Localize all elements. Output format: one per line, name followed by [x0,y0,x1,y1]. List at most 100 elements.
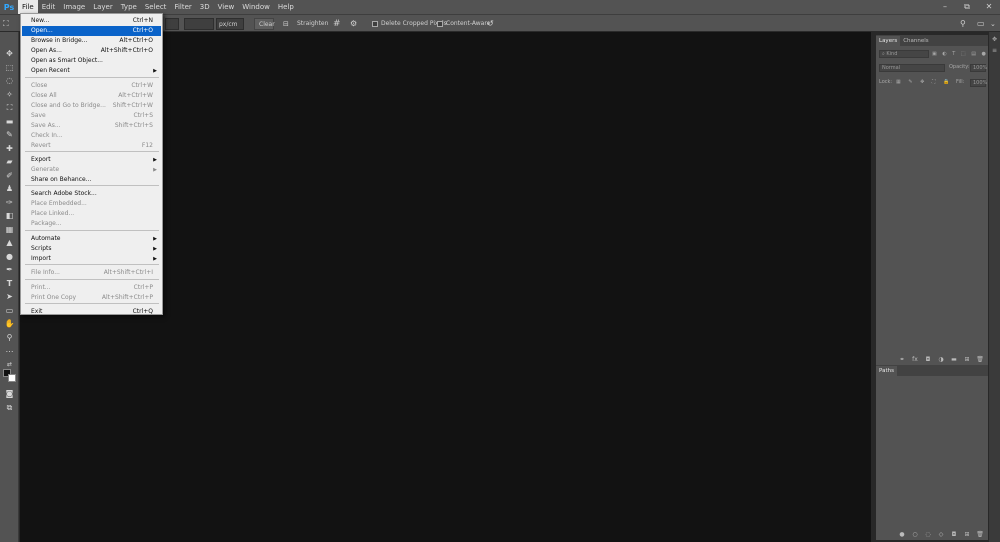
workspace-icon[interactable]: ▭ [977,18,985,30]
rectangle-tool-icon[interactable]: ▭ [2,305,17,317]
menu-item-import[interactable]: Import ▶ [22,254,161,264]
menu-item-label: Export [31,156,51,163]
overlay-grid-icon[interactable]: # [333,18,341,30]
menu-item-export[interactable]: Export ▶ [22,155,161,165]
hand-tool-icon[interactable]: ✋ [2,318,17,330]
adjustment-layer-icon[interactable]: ◑ [937,356,945,363]
ratio-width-field[interactable] [165,18,179,30]
frame-tool-icon[interactable]: ▬ [2,116,17,128]
reset-icon[interactable]: ↺ [487,18,494,30]
gear-icon[interactable]: ⚙ [350,18,357,30]
link-layers-icon[interactable]: ⚭ [898,356,906,363]
trash-icon[interactable]: 🗑 [976,531,984,538]
kind-filter[interactable]: ⌕ Kind [879,50,929,58]
menu-item-shortcut: Alt+Shift+Ctrl+O [100,47,153,54]
menu-item-share-on-behance[interactable]: Share on Behance... [22,175,161,185]
type-tool-icon[interactable]: T [2,278,17,290]
menu-item-browse-in-bridge[interactable]: Browse in Bridge... Alt+Ctrl+O [22,36,161,46]
menu-item-search-adobe-stock[interactable]: Search Adobe Stock... [22,189,161,199]
menu-item-open-as[interactable]: Open As... Alt+Shift+Ctrl+O [22,46,161,56]
crop-tool-icon[interactable]: ⛶ [2,102,17,114]
menu-item-place-embedded: Place Embedded... [22,199,161,209]
workspace-chevron-icon[interactable]: ⌄ [990,18,996,30]
menu-item-open-as-smart-object[interactable]: Open as Smart Object... [22,56,161,66]
crop-tool-icon[interactable]: ⛶ [3,18,9,30]
blend-mode-select[interactable]: Normal [879,64,945,72]
fill-label: Fill: [956,79,965,85]
ratio-height-field[interactable] [184,18,214,30]
panel-menu-icon[interactable]: ≡ [989,47,1000,54]
stroke-path-icon[interactable]: ○ [911,531,919,538]
healing-brush-tool-icon[interactable]: ✚ [2,143,17,155]
zoom-tool-icon[interactable]: ⚲ [2,332,17,344]
blur-tool-icon[interactable]: ▲ [2,237,17,249]
lock-icons[interactable]: ▦ ✎ ✥ ⛶ 🔒 [896,78,952,87]
menu-item-open-recent[interactable]: Open Recent ▶ [22,66,161,76]
dodge-tool-icon[interactable]: ● [2,251,17,263]
menu-item-exit[interactable]: Exit Ctrl+Q [22,307,161,317]
menu-view[interactable]: View [214,0,239,14]
marquee-tool-icon[interactable]: ⬚ [2,62,17,74]
search-icon[interactable]: ⚲ [960,18,966,30]
straighten-icon[interactable]: ⊟ [283,18,289,30]
menu-filter[interactable]: Filter [170,0,195,14]
menu-layer[interactable]: Layer [89,0,117,14]
path-selection-tool-icon[interactable]: ➤ [2,291,17,303]
clone-stamp-tool-icon[interactable]: ♟ [2,183,17,195]
menu-item-shortcut: Shift+Ctrl+W [112,102,153,109]
menu-help[interactable]: Help [274,0,298,14]
eyedropper-tool-icon[interactable]: ✎ [2,129,17,141]
menu-edit[interactable]: Edit [38,0,60,14]
restore-button[interactable]: ⧉ [956,0,978,14]
more-tools-icon[interactable]: ⋯ [2,346,17,358]
brush-tool-icon[interactable]: ✐ [2,170,17,182]
menu-item-open[interactable]: Open... Ctrl+O [22,26,161,36]
delete-cropped-checkbox[interactable]: Delete Cropped Pixels [372,18,447,30]
menu-item-automate[interactable]: Automate ▶ [22,234,161,244]
close-button[interactable]: ✕ [978,0,1000,14]
history-brush-tool-icon[interactable]: ✑ [2,197,17,209]
new-path-icon[interactable]: ⊞ [963,531,971,538]
menu-item-label: Open... [31,27,53,34]
background-color-swatch[interactable] [8,374,16,382]
menu-item-label: Open as Smart Object... [31,57,103,64]
magic-wand-tool-icon[interactable]: ✧ [2,89,17,101]
add-mask-icon[interactable]: ◘ [950,531,958,538]
screen-mode-icon[interactable]: ⧉ [2,402,17,414]
minimize-button[interactable]: – [934,0,956,14]
group-folder-icon[interactable]: ▬ [950,356,958,363]
move-tool-icon[interactable]: ✥ [2,48,17,60]
tab-paths[interactable]: Paths [876,366,897,376]
new-layer-icon[interactable]: ⊞ [963,356,971,363]
gradient-tool-icon[interactable]: ▦ [2,224,17,236]
menu-type[interactable]: Type [117,0,141,14]
unit-select[interactable]: px/cm ⌄ [216,18,244,40]
clear-button[interactable]: Clear [254,18,275,30]
eraser-tool-icon[interactable]: ◧ [2,210,17,222]
opacity-field[interactable]: 100% [970,64,987,72]
content-aware-checkbox[interactable]: Content-Aware [437,18,490,30]
fill-path-icon[interactable]: ● [898,531,906,538]
tab-channels[interactable]: Channels [900,36,931,46]
spot-healing-tool-icon[interactable]: ▰ [2,156,17,168]
tab-layers[interactable]: Layers [876,36,901,46]
menu-image[interactable]: Image [59,0,89,14]
fill-field[interactable]: 100% [970,79,987,87]
trash-icon[interactable]: 🗑 [976,356,984,363]
menu-item-new[interactable]: New... Ctrl+N [22,16,161,26]
lasso-tool-icon[interactable]: ◌ [2,75,17,87]
fx-icon[interactable]: fx [911,356,919,363]
menu-3d[interactable]: 3D [196,0,214,14]
add-mask-icon[interactable]: ◘ [924,356,932,363]
load-selection-icon[interactable]: ◌ [924,531,932,538]
filter-icons[interactable]: ▣ ◐ T ⬚ ▤ ● [932,50,988,59]
submenu-arrow-icon: ▶ [153,246,157,252]
menu-item-scripts[interactable]: Scripts ▶ [22,244,161,254]
menu-window[interactable]: Window [238,0,274,14]
quick-mask-icon[interactable]: ◙ [2,388,17,400]
menu-select[interactable]: Select [141,0,171,14]
menu-file[interactable]: File [18,0,38,14]
make-path-icon[interactable]: ◇ [937,531,945,538]
panel-menu-icon[interactable]: ✥ [989,36,1000,43]
pen-tool-icon[interactable]: ✒ [2,264,17,276]
